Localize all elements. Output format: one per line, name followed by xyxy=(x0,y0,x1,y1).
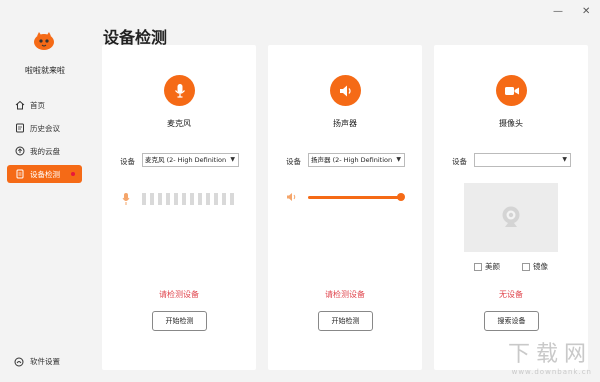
speaker-title: 扬声器 xyxy=(333,119,357,128)
minimize-button[interactable]: — xyxy=(553,6,563,17)
camera-icon xyxy=(504,86,519,95)
camera-status: 无设备 xyxy=(499,290,523,299)
settings-label: 软件设置 xyxy=(30,357,60,366)
beauty-checkbox[interactable]: 美颜 xyxy=(474,261,500,272)
history-icon xyxy=(16,123,24,133)
cloud-icon xyxy=(15,146,25,156)
checkbox-box xyxy=(474,262,482,271)
speaker-icon xyxy=(339,85,351,96)
settings-icon xyxy=(14,357,24,366)
camera-card: 摄像头 设备 ▼ 美颜 镜像 无设备 搜索设备 xyxy=(434,45,588,370)
speaker-device-label: 设备 xyxy=(286,157,301,166)
mic-level-meter xyxy=(142,193,238,205)
mic-card: 麦克风 设备 麦克风 (2- High Definition ▼ 请检测设备 开… xyxy=(102,45,256,370)
sidebar-item-cloud[interactable]: 我的云盘 xyxy=(7,142,82,160)
watermark-text: 下载网 xyxy=(507,342,592,367)
home-icon xyxy=(15,100,25,110)
mic-device-value: 麦克风 (2- High Definition xyxy=(145,156,227,164)
sidebar-item-label: 设备检测 xyxy=(30,169,60,179)
sidebar-item-label: 我的云盘 xyxy=(30,146,60,156)
mic-status: 请检测设备 xyxy=(159,290,199,299)
sidebar-item-label: 首页 xyxy=(30,100,45,110)
close-button[interactable]: ✕ xyxy=(582,6,590,17)
volume-icon xyxy=(287,193,296,201)
checkbox-box xyxy=(522,262,530,271)
sidebar-item-history[interactable]: 历史会议 xyxy=(7,119,82,137)
speaker-device-value: 扬声器 (2- High Definition xyxy=(311,156,393,164)
camera-title: 摄像头 xyxy=(499,119,523,128)
device-check-icon xyxy=(16,169,24,179)
sidebar-item-home[interactable]: 首页 xyxy=(7,96,82,114)
microphone-icon xyxy=(174,83,185,98)
webcam-placeholder-icon xyxy=(502,206,520,227)
settings-button[interactable]: 软件设置 xyxy=(14,356,60,367)
chevron-down-icon: ▼ xyxy=(230,156,235,163)
mirror-checkbox[interactable]: 镜像 xyxy=(522,261,548,272)
beauty-label: 美颜 xyxy=(485,262,500,271)
speaker-device-select[interactable]: 扬声器 (2- High Definition ▼ xyxy=(308,153,405,167)
speaker-card: 扬声器 设备 扬声器 (2- High Definition ▼ 请检测设备 开… xyxy=(268,45,422,370)
camera-device-select[interactable]: ▼ xyxy=(474,153,571,167)
mic-device-label: 设备 xyxy=(120,157,135,166)
speaker-status: 请检测设备 xyxy=(325,290,365,299)
chevron-down-icon: ▼ xyxy=(396,156,401,163)
volume-slider-thumb[interactable] xyxy=(397,193,405,201)
mirror-label: 镜像 xyxy=(533,262,548,271)
chevron-down-icon: ▼ xyxy=(562,156,567,163)
app-logo xyxy=(34,32,54,50)
mic-device-select[interactable]: 麦克风 (2- High Definition ▼ xyxy=(142,153,239,167)
speaker-start-check-button[interactable]: 开始检测 xyxy=(318,311,373,331)
watermark-url: www.downbank.cn xyxy=(511,368,592,376)
search-device-button[interactable]: 搜索设备 xyxy=(484,311,539,331)
app-name: 啦啦就来啦 xyxy=(25,66,65,75)
sidebar-item-device-check[interactable]: 设备检测 xyxy=(7,165,82,183)
mic-level-icon xyxy=(122,193,130,205)
mic-round-icon xyxy=(164,75,195,106)
camera-device-label: 设备 xyxy=(452,157,467,166)
mic-title: 麦克风 xyxy=(167,119,191,128)
sidebar: 啦啦就来啦 首页 历史会议 我的云盘 设备检测 软件设置 xyxy=(0,0,90,382)
camera-preview xyxy=(464,183,558,252)
volume-slider-track[interactable] xyxy=(308,196,401,199)
mic-start-check-button[interactable]: 开始检测 xyxy=(152,311,207,331)
speaker-round-icon xyxy=(330,75,361,106)
camera-round-icon xyxy=(496,75,527,106)
notification-dot xyxy=(71,172,75,176)
watermark: 下载网 www.downbank.cn xyxy=(508,336,592,376)
sidebar-item-label: 历史会议 xyxy=(30,123,60,133)
